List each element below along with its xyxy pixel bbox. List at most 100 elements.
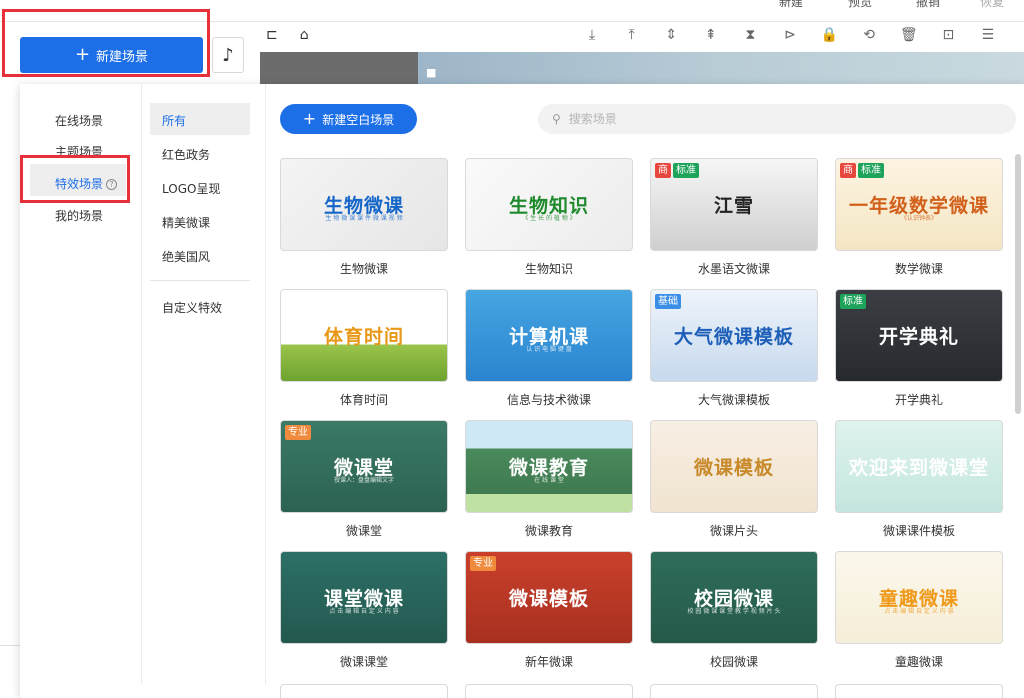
subcategory-logo[interactable]: LOGO呈现 xyxy=(162,180,220,197)
scene-picker-panel: 在线场景 主题场景 特效场景? 我的场景 所有 红色政务 LOGO呈现 精美微课… xyxy=(20,84,1024,698)
new-menu-item[interactable]: 新建 xyxy=(779,0,803,10)
delete-icon[interactable]: 🗑 xyxy=(900,27,918,43)
template-card[interactable]: 微课模板 微课片头 xyxy=(650,420,818,539)
template-thumbnail[interactable]: 课堂微课点 击 编 辑 自 定 义 内 容 xyxy=(280,551,448,644)
distribute-icon[interactable]: ⇞ xyxy=(702,27,720,43)
template-thumbnail[interactable]: 生物微课生 物 微 课 课 件 微 课 视 频 xyxy=(280,158,448,251)
subcategory-all[interactable]: 所有 xyxy=(162,112,186,129)
template-badges: 基础 xyxy=(655,294,681,309)
template-name: 大气微课模板 xyxy=(697,393,770,407)
template-card[interactable]: 欢迎来到微课堂微课课件模板 xyxy=(835,420,1003,539)
toolbar-left: ⊏ ⌂ xyxy=(266,27,309,43)
template-name: 数学微课 xyxy=(894,262,943,276)
template-card[interactable]: 一年级数学微课 《认识钟表》商标准 数学微课 xyxy=(835,158,1003,277)
scrollbar[interactable] xyxy=(1015,154,1021,414)
subcategory-fine-microlesson[interactable]: 精美微课 xyxy=(162,214,210,231)
subcategory-custom-effects[interactable]: 自定义特效 xyxy=(162,299,222,316)
template-thumbnail[interactable]: 开学典礼 标准 xyxy=(835,289,1003,382)
template-thumbnail[interactable]: 微课堂 授课人：盘盘编辑文字 专业 xyxy=(280,420,448,513)
template-name: 微课课堂 xyxy=(339,655,388,669)
new-blank-scene-button[interactable]: + 新建空白场景 xyxy=(280,104,417,134)
template-card-partial[interactable] xyxy=(465,684,633,698)
template-thumbnail-subtitle: 在 线 课 堂 xyxy=(534,477,564,484)
template-thumbnail-title: 欢迎来到微课堂 xyxy=(848,457,989,479)
template-card[interactable]: 课堂微课点 击 编 辑 自 定 义 内 容微课课堂 xyxy=(280,551,448,670)
template-card[interactable]: 大气微课模板 基础大气微课模板 xyxy=(650,289,818,408)
category-my-scenes[interactable]: 我的场景 xyxy=(55,207,103,224)
template-card[interactable]: 校园微课校 园 微 课 课 堂 教 学 视 频 片 头校园微课 xyxy=(650,551,818,670)
template-thumbnail-subtitle: 认 识 电 脑 键 盘 xyxy=(526,346,572,353)
flip-vertical-icon[interactable]: ⊳ xyxy=(781,27,799,43)
template-name: 校园微课 xyxy=(709,655,758,669)
template-card-partial[interactable] xyxy=(835,684,1003,698)
template-name: 童趣微课 xyxy=(894,655,943,669)
screenshot-icon[interactable]: ⊡ xyxy=(939,27,957,43)
template-card[interactable]: 微课教育在 线 课 堂微课教育 xyxy=(465,420,633,539)
template-thumbnail[interactable]: 江雪 商标准 xyxy=(650,158,818,251)
subcategory-chinese-style[interactable]: 绝美国风 xyxy=(162,248,210,265)
search-bar: ⚲ xyxy=(538,104,1016,134)
search-input[interactable] xyxy=(568,112,969,126)
template-card[interactable]: 计算机课认 识 电 脑 键 盘信息与技术微课 xyxy=(465,289,633,408)
template-thumbnail-title: 江雪 xyxy=(713,195,754,217)
template-thumbnail-title: 体育时间 xyxy=(323,326,404,348)
music-button[interactable]: ♪ xyxy=(212,37,244,73)
template-thumbnail[interactable]: 计算机课认 识 电 脑 键 盘 xyxy=(465,289,633,382)
template-card[interactable]: 体育时间 体育时间 xyxy=(280,289,448,408)
template-badge: 商 xyxy=(840,163,856,178)
template-card[interactable]: 微课模板 专业 新年微课 xyxy=(465,551,633,670)
template-thumbnail-subtitle: 点 击 编 辑 自 定 义 内 容 xyxy=(329,608,399,615)
template-card[interactable]: 生物微课生 物 微 课 课 件 微 课 视 频生物微课 xyxy=(280,158,448,277)
template-card-partial[interactable] xyxy=(650,684,818,698)
align-bottom-icon[interactable]: ⤓ xyxy=(583,27,601,43)
template-name: 生物知识 xyxy=(524,262,573,276)
template-name: 微课教育 xyxy=(524,524,573,538)
template-thumbnail[interactable]: 欢迎来到微课堂 xyxy=(835,420,1003,513)
redo-menu-item[interactable]: 恢复 xyxy=(980,0,1004,10)
new-blank-scene-label: 新建空白场景 xyxy=(322,112,395,127)
template-thumbnail-title: 开学典礼 xyxy=(878,326,959,348)
template-thumbnail-title: 微课模板 xyxy=(508,588,589,610)
template-thumbnail-subtitle: 《认识钟表》 xyxy=(900,215,937,222)
template-name: 体育时间 xyxy=(339,393,388,407)
ruler-icon[interactable]: ⊏ xyxy=(266,27,278,43)
template-name: 微课课件模板 xyxy=(882,524,955,538)
undo-menu-item[interactable]: 撤销 xyxy=(916,0,940,10)
template-card[interactable]: 江雪 商标准 水墨语文微课 xyxy=(650,158,818,277)
template-thumbnail[interactable]: 生物知识《 生 长 的 植 物 》 xyxy=(465,158,633,251)
template-badge: 标准 xyxy=(673,163,699,178)
align-middle-icon[interactable]: ⇕ xyxy=(662,27,680,43)
template-thumbnail[interactable]: 微课教育在 线 课 堂 xyxy=(465,420,633,513)
template-card-partial[interactable] xyxy=(280,684,448,698)
lock-icon[interactable]: 🔒 xyxy=(821,27,839,43)
template-thumbnail[interactable]: 微课模板 xyxy=(650,420,818,513)
template-badges: 专业 xyxy=(470,556,496,571)
template-card[interactable]: 微课堂 授课人：盘盘编辑文字 专业微课堂 xyxy=(280,420,448,539)
template-name: 微课堂 xyxy=(345,524,382,538)
template-card[interactable]: 生物知识《 生 长 的 植 物 》生物知识 xyxy=(465,158,633,277)
template-card[interactable]: 童趣微课点 击 编 辑 自 定 义 内 容童趣微课 xyxy=(835,551,1003,670)
template-thumbnail[interactable]: 童趣微课点 击 编 辑 自 定 义 内 容 xyxy=(835,551,1003,644)
template-thumbnail[interactable]: 微课模板 专业 xyxy=(465,551,633,644)
template-badge: 专业 xyxy=(285,425,311,440)
flip-horizontal-icon[interactable]: ⧗ xyxy=(741,27,759,43)
subcategory-red-government[interactable]: 红色政务 xyxy=(162,146,210,163)
template-thumbnail[interactable]: 体育时间 xyxy=(280,289,448,382)
template-name: 生物微课 xyxy=(339,262,388,276)
category-online-scenes[interactable]: 在线场景 xyxy=(55,112,103,129)
highlight-box-new-scene xyxy=(2,9,210,77)
toolbar-right: ⤓ ⤒ ⇕ ⇞ ⧗ ⊳ 🔒 ⟲ 🗑 ⊡ ☰ xyxy=(583,27,1023,43)
link-icon[interactable]: ⟲ xyxy=(860,27,878,43)
template-badge: 标准 xyxy=(840,294,866,309)
category-column: 在线场景 主题场景 特效场景? 我的场景 xyxy=(20,84,142,684)
home-icon[interactable]: ⌂ xyxy=(300,27,309,43)
preview-menu-item[interactable]: 预览 xyxy=(848,0,872,10)
more-icon[interactable]: ☰ xyxy=(979,27,997,43)
template-thumbnail[interactable]: 校园微课校 园 微 课 课 堂 教 学 视 频 片 头 xyxy=(650,551,818,644)
template-thumbnail[interactable]: 一年级数学微课 《认识钟表》商标准 xyxy=(835,158,1003,251)
template-card[interactable]: 开学典礼 标准 开学典礼 xyxy=(835,289,1003,408)
align-top-icon[interactable]: ⤒ xyxy=(623,27,641,43)
template-thumbnail[interactable]: 大气微课模板 基础 xyxy=(650,289,818,382)
subcategory-divider xyxy=(150,280,250,281)
template-badge: 专业 xyxy=(470,556,496,571)
